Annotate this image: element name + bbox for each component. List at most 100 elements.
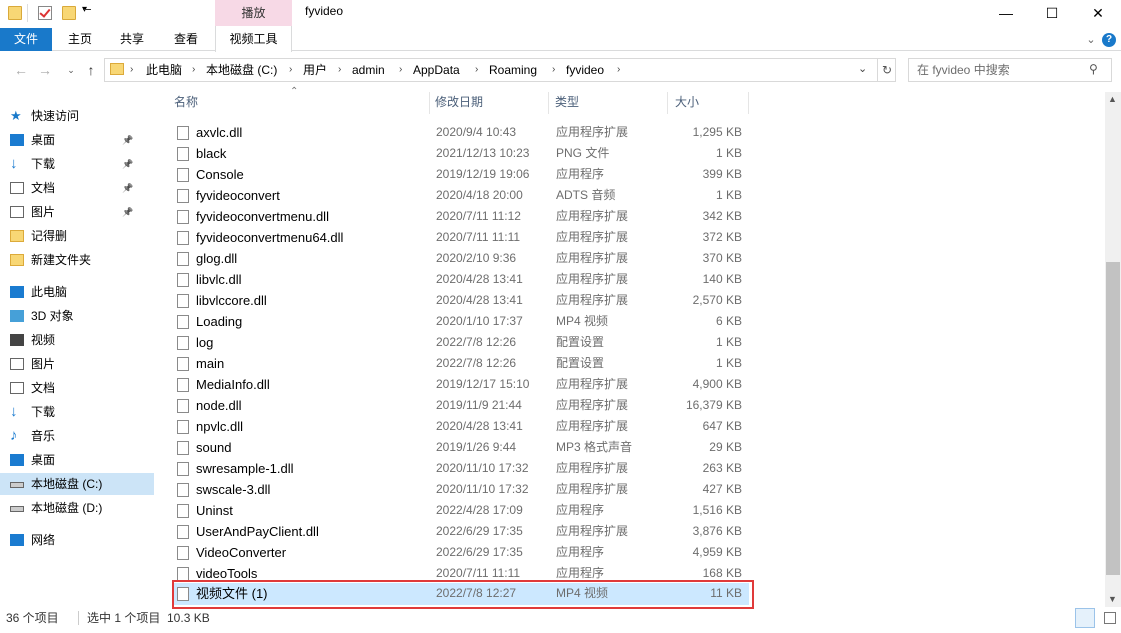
sidebar-item-pc-6[interactable]: 桌面 [0, 449, 134, 471]
breadcrumb-separator: › [130, 64, 134, 75]
sidebar-item-1[interactable]: ↓ 下载 📌 [0, 153, 134, 175]
sidebar-item-this-pc[interactable]: 此电脑 [0, 281, 134, 303]
file-size: 399 KB [702, 167, 742, 181]
new-folder-icon[interactable] [62, 6, 76, 20]
download-icon: ↓ [10, 155, 18, 172]
table-row[interactable]: Loading 2020/1/10 17:37 MP4 视频 6 KB [174, 311, 749, 332]
sidebar-item-quick-access[interactable]: ★ 快速访问 [0, 105, 134, 127]
table-row[interactable]: npvlc.dll 2020/4/28 13:41 应用程序扩展 647 KB [174, 416, 749, 437]
breadcrumb-separator[interactable]: › [289, 62, 292, 78]
tab-file[interactable]: 文件 [0, 28, 52, 51]
table-row[interactable]: MediaInfo.dll 2019/12/17 15:10 应用程序扩展 4,900… [174, 374, 749, 395]
file-size: 1,516 KB [692, 503, 742, 517]
table-row[interactable]: main 2022/7/8 12:26 配置设置 1 KB [174, 353, 749, 374]
recent-locations-icon[interactable]: ⌄ [62, 62, 80, 78]
sidebar-item-pc-4[interactable]: ↓ 下载 [0, 401, 134, 423]
minimize-button[interactable]: — [983, 0, 1029, 26]
file-size: 1 KB [715, 146, 742, 160]
sidebar-item-pc-1[interactable]: 视频 [0, 329, 134, 351]
file-icon [177, 273, 189, 287]
scrollbar-thumb[interactable] [1106, 262, 1120, 575]
breadcrumb-item[interactable]: admin [352, 62, 385, 78]
sidebar-item-pc-2[interactable]: 图片 [0, 353, 134, 375]
tab-share[interactable]: 共享 [112, 28, 152, 51]
sidebar-item-network[interactable]: 网络 [0, 529, 134, 551]
file-type: 应用程序扩展 [556, 377, 629, 391]
file-date: 2019/11/9 21:44 [436, 398, 522, 412]
file-icon [177, 483, 189, 497]
table-row[interactable]: UserAndPayClient.dll 2022/6/29 17:35 应用程序扩… [174, 521, 749, 542]
column-header-size[interactable]: 大小 [671, 92, 749, 114]
folder-icon [10, 254, 24, 266]
table-row[interactable]: fyvideoconvertmenu.dll 2020/7/11 11:12 应用程… [174, 206, 749, 227]
properties-icon[interactable] [38, 6, 52, 20]
help-icon[interactable]: ? [1102, 33, 1116, 47]
breadcrumb-separator[interactable]: › [552, 62, 555, 78]
breadcrumb-item[interactable]: fyvideo [566, 62, 604, 78]
table-row[interactable]: Console 2019/12/19 19:06 应用程序 399 KB [174, 164, 749, 185]
scroll-up-icon[interactable]: ▲ [1108, 94, 1117, 104]
table-row[interactable]: node.dll 2019/11/9 21:44 应用程序扩展 16,379 KB [174, 395, 749, 416]
sidebar-item-pc-3[interactable]: 文档 [0, 377, 134, 399]
breadcrumb-separator[interactable]: › [399, 62, 402, 78]
scroll-down-icon[interactable]: ▼ [1108, 594, 1117, 604]
column-header-date[interactable]: 修改日期 [431, 92, 549, 114]
file-icon [177, 189, 189, 203]
close-button[interactable]: ✕ [1075, 0, 1121, 26]
breadcrumb-separator[interactable]: › [617, 62, 620, 78]
table-row[interactable]: VideoConverter 2022/6/29 17:35 应用程序 4,959 K… [174, 542, 749, 563]
breadcrumb-item[interactable]: 本地磁盘 (C:) [206, 62, 277, 78]
table-row[interactable]: sound 2019/1/26 9:44 MP3 格式声音 29 KB [174, 437, 749, 458]
sidebar-item-0[interactable]: 桌面 📌 [0, 129, 134, 151]
sidebar-item-pc-8[interactable]: 本地磁盘 (D:) [0, 497, 134, 519]
back-icon[interactable]: ← [12, 62, 30, 78]
sidebar-item-5[interactable]: 新建文件夹 [0, 249, 134, 271]
table-row[interactable]: libvlc.dll 2020/4/28 13:41 应用程序扩展 140 KB [174, 269, 749, 290]
sidebar-item-2[interactable]: 文档 📌 [0, 177, 134, 199]
breadcrumb-separator[interactable]: › [338, 62, 341, 78]
breadcrumb-separator[interactable]: › [192, 62, 195, 78]
maximize-button[interactable]: ☐ [1029, 0, 1075, 26]
table-row[interactable]: swscale-3.dll 2020/11/10 17:32 应用程序扩展 427 K… [174, 479, 749, 500]
file-type: 应用程序 [556, 503, 605, 517]
file-icon [177, 147, 189, 161]
table-row[interactable]: black 2021/12/13 10:23 PNG 文件 1 KB [174, 143, 749, 164]
search-icon[interactable]: ⚲ [1089, 62, 1098, 76]
breadcrumb-item[interactable]: 此电脑 [146, 62, 182, 78]
breadcrumb-item[interactable]: Roaming [489, 62, 537, 78]
sidebar-item-3[interactable]: 图片 📌 [0, 201, 134, 223]
sidebar-item-label: 3D 对象 [31, 309, 74, 323]
file-date: 2020/7/11 11:11 [436, 230, 521, 244]
forward-icon[interactable]: → [36, 62, 54, 78]
table-row[interactable]: glog.dll 2020/2/10 9:36 应用程序扩展 370 KB [174, 248, 749, 269]
breadcrumb-item[interactable]: 用户 [303, 62, 327, 78]
tab-home[interactable]: 主页 [60, 28, 100, 51]
table-row[interactable]: axvlc.dll 2020/9/4 10:43 应用程序扩展 1,295 KB [174, 122, 749, 143]
sidebar-item-pc-0[interactable]: 3D 对象 [0, 305, 134, 327]
file-icon [177, 546, 189, 560]
column-header-name[interactable]: 名称 [170, 92, 430, 114]
address-dropdown-icon[interactable]: ⌄ [858, 62, 867, 75]
table-row[interactable]: log 2022/7/8 12:26 配置设置 1 KB [174, 332, 749, 353]
table-row[interactable]: Uninst 2022/4/28 17:09 应用程序 1,516 KB [174, 500, 749, 521]
column-header-type[interactable]: 类型 [551, 92, 668, 114]
refresh-icon[interactable]: ↻ [877, 58, 896, 82]
file-icon [177, 357, 189, 371]
breadcrumb-separator[interactable]: › [475, 62, 478, 78]
table-row[interactable]: swresample-1.dll 2020/11/10 17:32 应用程序扩展 26… [174, 458, 749, 479]
details-view-icon[interactable] [1075, 608, 1095, 628]
tab-video-tools[interactable]: 视频工具 [215, 26, 292, 52]
sidebar-item-pc-7[interactable]: 本地磁盘 (C:) [0, 473, 134, 495]
table-row[interactable]: fyvideoconvertmenu64.dll 2020/7/11 11:11 应… [174, 227, 749, 248]
sidebar-item-4[interactable]: 记得删 [0, 225, 134, 247]
breadcrumb-item[interactable]: AppData [413, 62, 460, 78]
table-row[interactable]: fyvideoconvert 2020/4/18 20:00 ADTS 音频 1 KB [174, 185, 749, 206]
divider [83, 9, 91, 10]
tab-view[interactable]: 查看 [166, 28, 206, 51]
file-type: MP3 格式声音 [556, 440, 633, 454]
file-size: 2,570 KB [692, 293, 742, 307]
table-row[interactable]: libvlccore.dll 2020/4/28 13:41 应用程序扩展 2,570… [174, 290, 749, 311]
sidebar-item-pc-5[interactable]: ♪ 音乐 [0, 425, 134, 447]
up-icon[interactable]: ↑ [82, 62, 100, 78]
expand-ribbon-icon[interactable]: ⌄ [1083, 32, 1099, 48]
